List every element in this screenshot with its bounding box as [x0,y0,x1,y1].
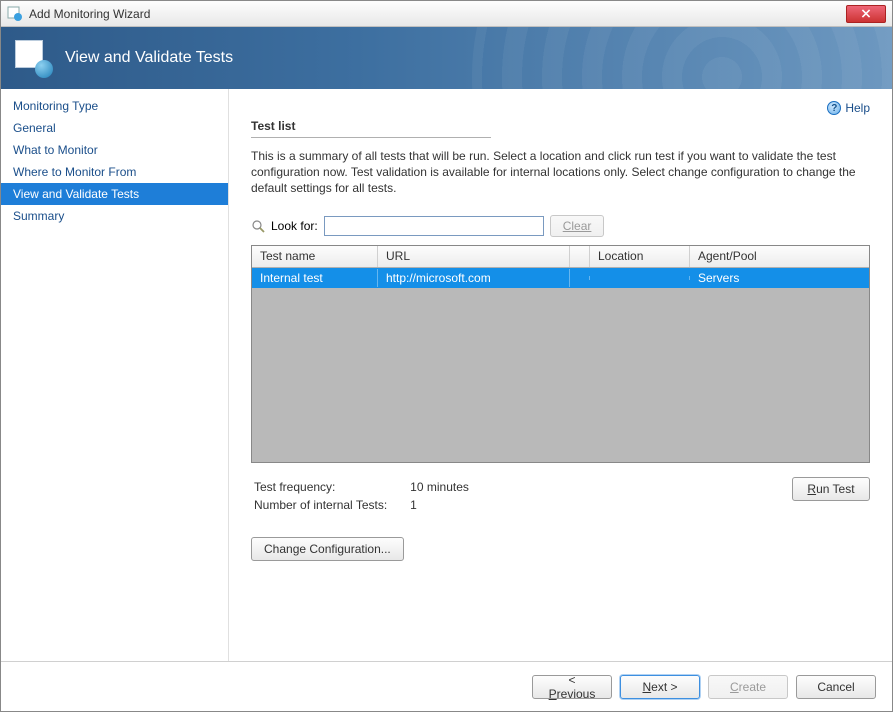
close-button[interactable] [846,5,886,23]
cell-location [590,276,690,280]
sidebar-item-label: Summary [13,209,64,223]
lookfor-input[interactable] [324,216,544,236]
section-title: Test list [251,119,870,133]
previous-button[interactable]: < Previous [532,675,612,699]
wizard-sidebar: Monitoring Type General What to Monitor … [1,89,229,661]
summary-left: Test frequency: 10 minutes Number of int… [251,477,792,515]
cancel-button[interactable]: Cancel [796,675,876,699]
next-label: Next > [642,680,677,694]
num-internal-value: 1 [409,497,489,513]
app-icon [7,6,23,22]
run-test-label: Run Test [807,482,854,496]
test-grid: Test name URL Location Agent/Pool Intern… [251,245,870,463]
col-header-spacer [570,246,590,267]
cell-url: http://microsoft.com [378,269,570,287]
create-label: Create [730,680,766,694]
titlebar: Add Monitoring Wizard [1,1,892,27]
section-description: This is a summary of all tests that will… [251,148,870,197]
wizard-window: Add Monitoring Wizard View and Validate … [0,0,893,712]
search-icon [251,219,265,233]
wizard-main: ? Help Test list This is a summary of al… [229,89,892,661]
change-configuration-button[interactable]: Change Configuration... [251,537,404,561]
cell-test-name: Internal test [252,269,378,287]
sidebar-item-view-and-validate-tests[interactable]: View and Validate Tests [1,183,228,205]
sidebar-item-summary[interactable]: Summary [1,205,228,227]
col-header-agentpool[interactable]: Agent/Pool [690,246,869,267]
create-button[interactable]: Create [708,675,788,699]
sidebar-item-label: View and Validate Tests [13,187,139,201]
col-header-test-name[interactable]: Test name [252,246,378,267]
run-test-button[interactable]: Run Test [792,477,870,501]
previous-label: < Previous [545,673,599,701]
sidebar-item-what-to-monitor[interactable]: What to Monitor [1,139,228,161]
summary-row: Test frequency: 10 minutes Number of int… [251,477,870,515]
lookfor-row: Look for: Clear [251,215,870,237]
section-underline [251,137,491,138]
sidebar-item-general[interactable]: General [1,117,228,139]
test-frequency-label: Test frequency: [253,479,407,495]
test-frequency-value: 10 minutes [409,479,489,495]
grid-header: Test name URL Location Agent/Pool [252,246,869,268]
help-icon: ? [827,101,841,115]
lookfor-label: Look for: [271,219,318,233]
clear-button[interactable]: Clear [550,215,605,237]
wizard-header: View and Validate Tests [1,27,892,89]
sidebar-item-label: What to Monitor [13,143,98,157]
grid-row[interactable]: Internal test http://microsoft.com Serve… [252,268,869,288]
wizard-header-icon [15,40,51,76]
help-label: Help [845,101,870,115]
window-title: Add Monitoring Wizard [29,7,846,21]
wizard-header-title: View and Validate Tests [65,49,233,67]
change-configuration-label: Change Configuration... [264,542,391,556]
sidebar-item-label: Monitoring Type [13,99,98,113]
next-button[interactable]: Next > [620,675,700,699]
num-internal-label: Number of internal Tests: [253,497,407,513]
wizard-body: Monitoring Type General What to Monitor … [1,89,892,661]
sidebar-item-label: General [13,121,56,135]
sidebar-item-where-to-monitor-from[interactable]: Where to Monitor From [1,161,228,183]
col-header-url[interactable]: URL [378,246,570,267]
clear-label: Clear [563,219,592,233]
cell-spacer [570,276,590,280]
wizard-footer: < Previous Next > Create Cancel [1,661,892,711]
cell-agentpool: Servers [690,269,869,287]
help-link[interactable]: ? Help [827,101,870,115]
cancel-label: Cancel [817,680,854,694]
sidebar-item-label: Where to Monitor From [13,165,136,179]
col-header-location[interactable]: Location [590,246,690,267]
sidebar-item-monitoring-type[interactable]: Monitoring Type [1,95,228,117]
